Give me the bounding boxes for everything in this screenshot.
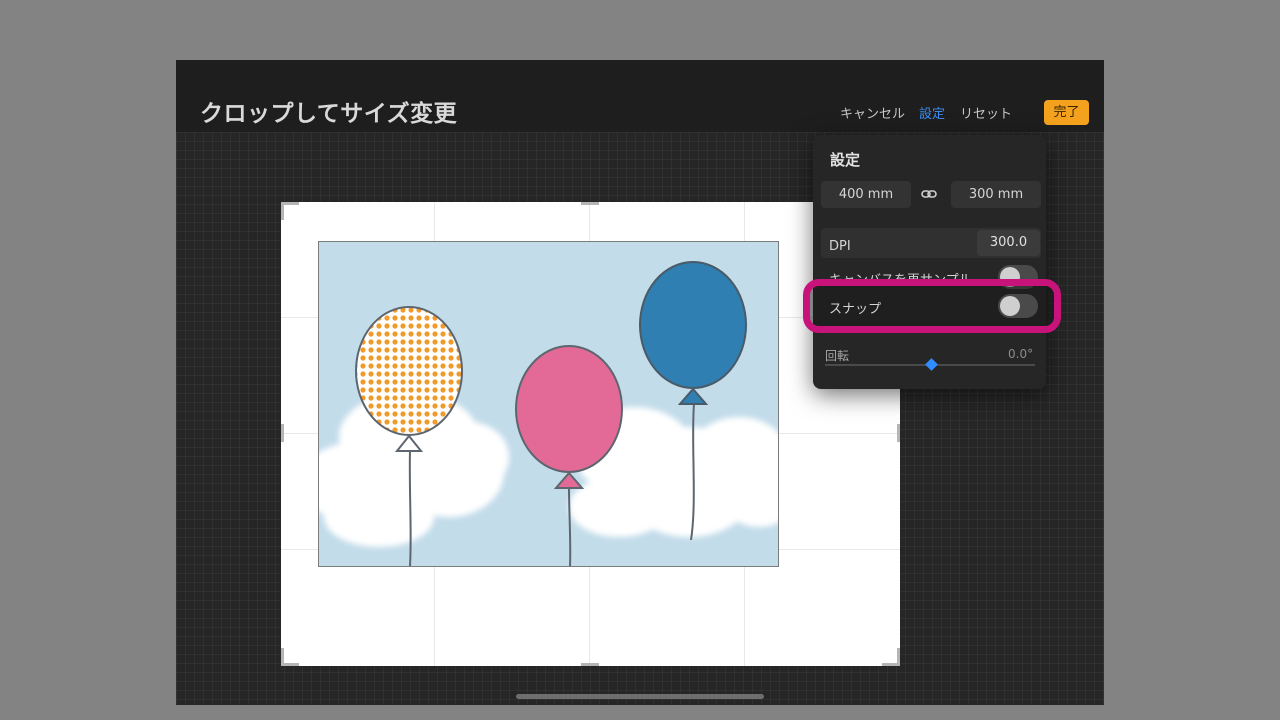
crop-handle-right[interactable] xyxy=(897,424,900,442)
rotation-value: 0.0° xyxy=(1008,347,1034,361)
crop-handle-bottom-right[interactable] xyxy=(897,648,900,666)
orange-balloon xyxy=(355,306,463,436)
rotation-slider-knob[interactable] xyxy=(925,358,938,371)
crop-handle-left[interactable] xyxy=(281,424,284,442)
artwork-image xyxy=(318,241,779,567)
settings-tab[interactable]: 設定 xyxy=(919,103,945,122)
blue-balloon xyxy=(639,261,747,389)
panel-title: 設定 xyxy=(830,151,861,169)
snap-highlight: スナップ xyxy=(803,279,1061,333)
home-indicator[interactable] xyxy=(516,694,764,699)
snap-label: スナップ xyxy=(829,302,882,317)
crop-handle-top[interactable] xyxy=(581,202,599,205)
reset-button[interactable]: リセット xyxy=(960,103,1012,122)
crop-canvas[interactable] xyxy=(281,202,900,666)
cancel-button[interactable]: キャンセル xyxy=(840,103,905,122)
pink-balloon xyxy=(515,345,623,473)
crop-handle-bottom-left[interactable] xyxy=(281,648,284,666)
height-field[interactable]: 300 mm xyxy=(951,181,1041,208)
app-window: クロップしてサイズ変更 キャンセル 設定 リセット 完了 設定 400 mm 3… xyxy=(176,60,1104,705)
page-title: クロップしてサイズ変更 xyxy=(200,101,458,127)
rotation-label: 回転 xyxy=(825,349,850,363)
width-field[interactable]: 400 mm xyxy=(821,181,911,208)
snap-toggle[interactable] xyxy=(998,294,1038,318)
dpi-label: DPI xyxy=(829,239,851,254)
settings-panel: 設定 400 mm 300 mm DPI 300.0 キャンバスを再サンプル 回… xyxy=(813,135,1046,389)
link-icon[interactable] xyxy=(921,187,937,201)
crop-handle-bottom[interactable] xyxy=(581,663,599,666)
crop-handle-top-left[interactable] xyxy=(281,202,284,220)
top-bar: クロップしてサイズ変更 キャンセル 設定 リセット 完了 xyxy=(176,60,1104,132)
dpi-field[interactable]: 300.0 xyxy=(977,230,1040,256)
done-button[interactable]: 完了 xyxy=(1044,100,1089,125)
